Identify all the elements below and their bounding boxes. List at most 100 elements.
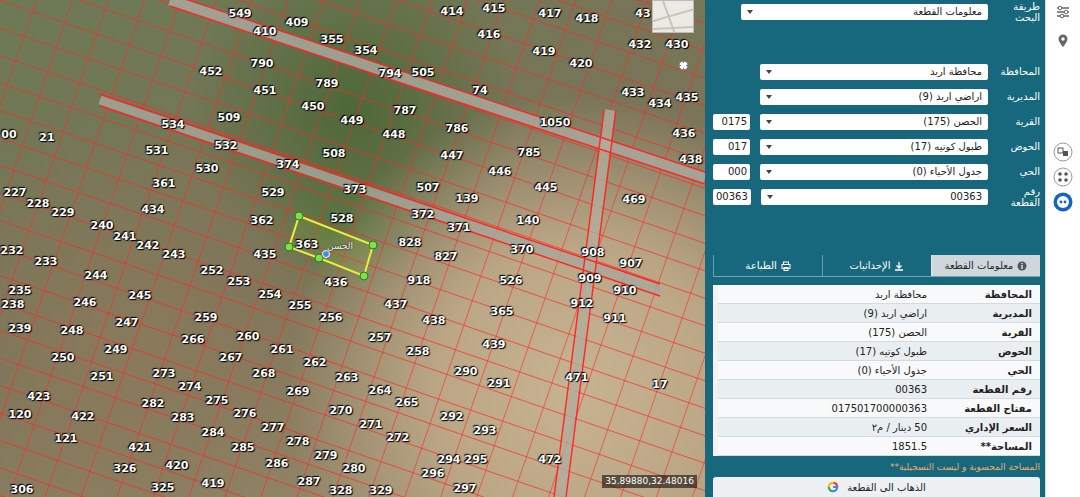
parcel-label[interactable]: 451 [254,85,277,96]
tab[interactable]: الإحداثيات [822,255,931,276]
parcel-label[interactable]: 291 [488,378,511,389]
tab[interactable]: معلومات القطعة [931,255,1040,276]
parcel-label[interactable]: 373 [344,184,367,195]
parcel-label[interactable]: 251 [91,371,114,382]
parcel-label[interactable]: 267 [220,352,243,363]
parcel-label[interactable]: 270 [330,405,353,416]
parcel-label[interactable]: 526 [500,275,523,286]
parcel-label[interactable]: 280 [343,463,366,474]
parcel-label[interactable]: 445 [535,182,558,193]
parcel-label[interactable]: 250 [52,352,75,363]
parcel-label[interactable]: 121 [55,433,78,444]
parcel-label[interactable]: 1050 [540,117,571,128]
dropdown-caret-icon[interactable] [766,145,772,149]
parcel-label[interactable]: 328 [330,485,353,496]
parcel-label[interactable]: 827 [435,251,458,262]
vertex-handle[interactable] [360,272,368,280]
parcel-label[interactable]: 452 [200,66,223,77]
parcel-label[interactable]: 297 [454,483,477,494]
parcel-label[interactable]: 260 [237,331,260,342]
parcel-label[interactable]: 421 [129,442,152,453]
parcel-label[interactable]: 786 [446,123,469,134]
parcel-label[interactable]: 418 [576,13,599,24]
field-select[interactable]: محافظة اربد [760,64,988,80]
parcel-label[interactable]: 907 [620,258,643,269]
parcel-label[interactable]: 365 [491,306,514,317]
parcel-label[interactable]: 43 [635,8,650,19]
parcel-label[interactable]: 528 [331,213,354,224]
vertex-handle[interactable] [369,241,377,249]
code-input[interactable]: 00363 [713,189,751,205]
parcel-label[interactable]: 292 [441,411,464,422]
parcel-label[interactable]: 469 [623,194,646,205]
parcel-label[interactable]: 531 [146,145,169,156]
dropdown-caret-icon[interactable] [767,195,773,199]
parcel-label[interactable]: 325 [152,482,175,493]
parcel-label[interactable]: 437 [385,299,408,310]
parcel-label[interactable]: 228 [27,198,50,209]
goto-parcel-button[interactable]: الذهاب الى القطعة [713,477,1040,497]
parcel-label[interactable]: 422 [72,411,95,422]
parcel-label[interactable]: 372 [412,209,435,220]
parcel-label[interactable]: 419 [533,46,556,57]
parcel-label[interactable]: 255 [289,300,312,311]
parcel-label[interactable]: 505 [412,67,435,78]
parcel-label[interactable]: 450 [302,101,325,112]
parcel-label[interactable]: 436 [673,128,696,139]
parcel-label[interactable]: 909 [579,273,602,284]
parcel-label[interactable]: 434 [649,98,672,109]
parcel-label[interactable]: 284 [202,427,225,438]
parcel-label[interactable]: 532 [215,140,238,151]
parcel-label[interactable]: 269 [287,386,310,397]
parcel-label[interactable]: 239 [9,323,32,334]
parcel-label[interactable]: 409 [286,17,309,28]
parcel-label[interactable]: 261 [271,344,294,355]
parcel-label[interactable]: 371 [448,222,471,233]
parcel-label[interactable]: 271 [360,419,383,430]
parcel-label[interactable]: 787 [394,105,417,116]
map-view[interactable]: 5494094144154174184341035535441641942043… [0,0,705,497]
overview-thumbnail-icon[interactable] [653,1,693,32]
parcel-label[interactable]: 258 [407,346,430,357]
parcel-label[interactable]: 438 [423,315,446,326]
parcel-label[interactable]: 363 [296,239,319,250]
parcel-label[interactable]: 329 [370,485,393,496]
parcel-label[interactable]: 74 [472,85,487,96]
parcel-label[interactable]: 355 [321,34,344,45]
parcel-label[interactable]: 232 [1,245,24,256]
place-pin-icon[interactable] [322,250,330,258]
parcel-label[interactable]: 530 [196,163,219,174]
parcel-label[interactable]: 249 [105,344,128,355]
parcel-label[interactable]: 507 [417,182,440,193]
parcel-label[interactable]: 285 [232,442,255,453]
parcel-label[interactable]: 410 [254,26,277,37]
parcel-label[interactable]: 306 [11,484,34,495]
parcel-label[interactable]: 266 [182,334,205,345]
parcel-label[interactable]: 283 [172,412,195,423]
parcel-label[interactable]: 264 [369,385,392,396]
parcel-label[interactable]: 245 [129,290,152,301]
parcel-label[interactable]: 529 [262,187,285,198]
parcel-label[interactable]: 432 [629,39,652,50]
parcel-label[interactable]: 279 [315,450,338,461]
parcel-label[interactable]: 549 [229,8,252,19]
parcel-label[interactable]: 286 [266,458,289,469]
parcel-label[interactable]: 274 [179,381,202,392]
parcel-label[interactable]: 434 [142,204,165,215]
parcel-label[interactable]: 374 [277,159,300,170]
parcel-label[interactable]: 472 [539,454,562,465]
parcel-label[interactable]: 449 [341,115,364,126]
parcel-label[interactable]: 256 [320,312,343,323]
parcel-label[interactable]: 252 [201,265,224,276]
parcel-label[interactable]: 419 [202,478,225,489]
parcel-label[interactable]: 790 [251,58,274,69]
parcel-label[interactable]: 326 [114,463,137,474]
parcel-label[interactable]: 910 [614,285,637,296]
parcel-label[interactable]: 423 [28,391,51,402]
assistant-chat-icon[interactable] [1053,192,1073,212]
parcel-label[interactable]: 911 [604,313,627,324]
parcel-label[interactable]: 242 [137,240,160,251]
vertex-handle[interactable] [285,243,293,251]
field-select[interactable]: 00363 [761,189,988,205]
parcel-label[interactable]: 247 [116,317,139,328]
